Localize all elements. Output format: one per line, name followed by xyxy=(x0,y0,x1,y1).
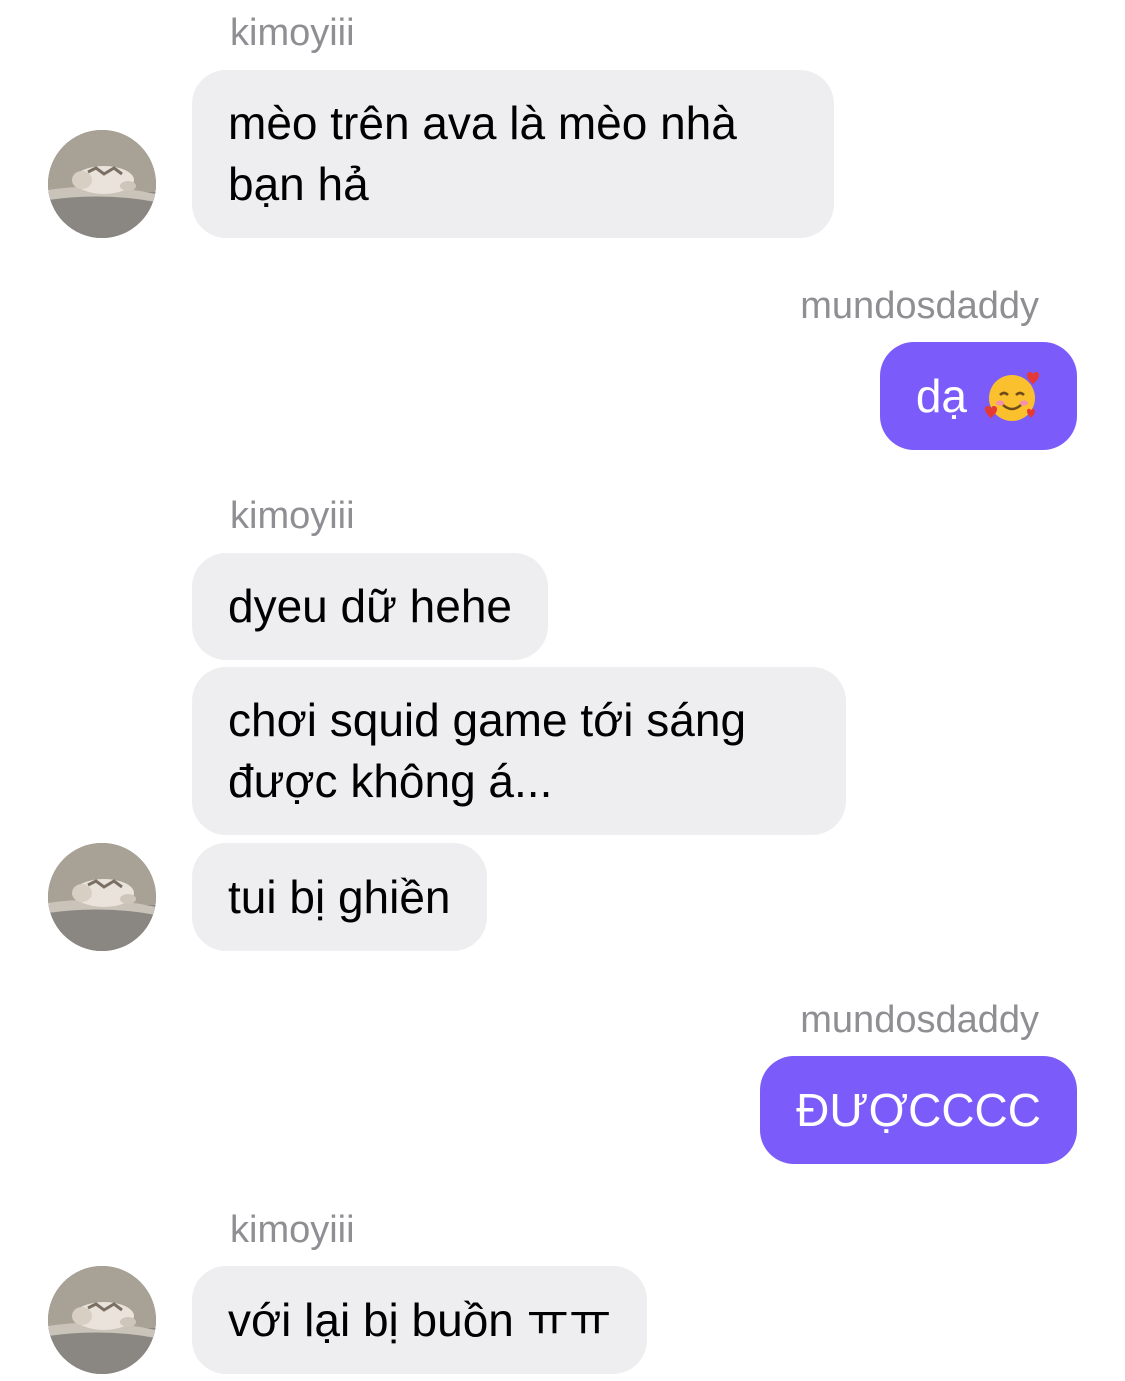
sender-name: mundosdaddy xyxy=(800,999,1039,1041)
cat-avatar-icon[interactable] xyxy=(48,1266,156,1374)
message-bubble-outgoing[interactable]: dạ xyxy=(879,342,1077,450)
message-text: với lại bị buồn ㅠㅠ xyxy=(228,1293,612,1346)
message-text: dạ xyxy=(915,369,967,422)
message-bubble-outgoing[interactable]: ĐƯỢCCCC xyxy=(760,1056,1077,1164)
sender-name: kimoyiii xyxy=(230,495,355,537)
message-text: ĐƯỢCCCC xyxy=(796,1083,1041,1136)
message-text: tui bị ghiền xyxy=(228,870,451,923)
cat-avatar-icon[interactable] xyxy=(48,843,156,951)
sender-name: mundosdaddy xyxy=(800,285,1039,327)
message-bubble-incoming[interactable]: tui bị ghiền xyxy=(192,843,487,951)
smiling-face-with-hearts-icon xyxy=(983,367,1041,425)
chat-thread: kimoyiii mèo trên ava là mèo nhà bạn hả … xyxy=(0,0,1125,1381)
sender-name: kimoyiii xyxy=(230,1209,355,1251)
message-bubble-incoming[interactable]: dyeu dữ hehe xyxy=(192,553,549,660)
message-text: dyeu dữ hehe xyxy=(228,580,513,632)
message-text: mèo trên ava là mèo nhà bạn hả xyxy=(228,97,737,210)
sender-name: kimoyiii xyxy=(230,12,355,54)
message-text: chơi squid game tới sáng được không á... xyxy=(228,694,747,807)
cat-avatar-icon[interactable] xyxy=(48,130,156,238)
message-bubble-incoming[interactable]: với lại bị buồn ㅠㅠ xyxy=(192,1266,648,1374)
message-bubble-incoming[interactable]: chơi squid game tới sáng được không á... xyxy=(192,667,846,835)
message-bubble-incoming[interactable]: mèo trên ava là mèo nhà bạn hả xyxy=(192,70,834,238)
